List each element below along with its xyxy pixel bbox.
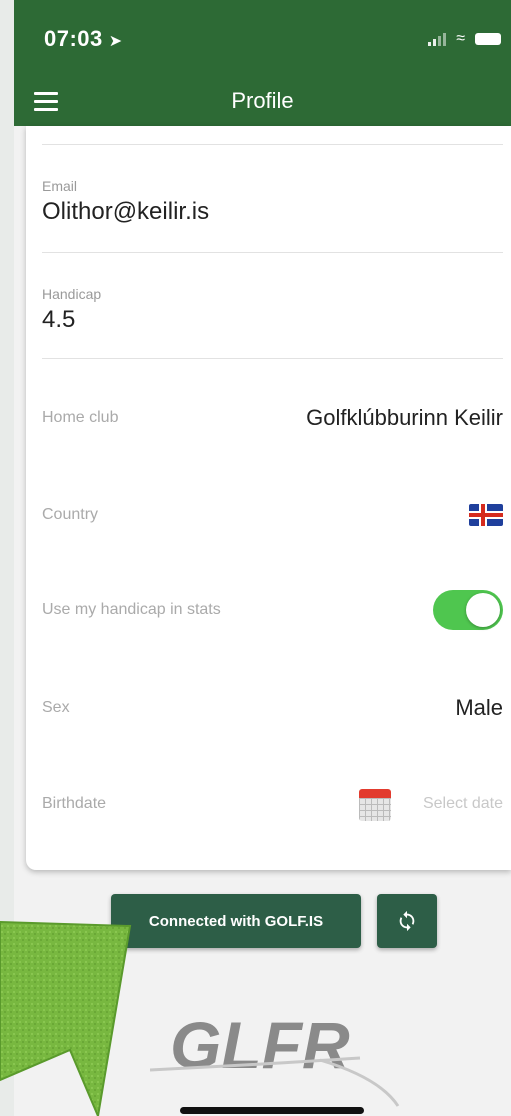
app-bar: Profile — [14, 80, 511, 126]
divider — [42, 144, 503, 145]
country-row[interactable]: Country — [42, 495, 503, 535]
use-handicap-row: Use my handicap in stats — [42, 590, 503, 630]
birthdate-label: Birthdate — [42, 795, 107, 812]
sex-row[interactable]: Sex Male — [42, 688, 503, 728]
status-time: 07:03 ➤ — [44, 26, 123, 51]
use-handicap-toggle[interactable] — [433, 590, 503, 630]
divider — [42, 252, 503, 253]
iceland-flag-icon[interactable] — [469, 504, 503, 526]
pointer-arrow-graphic — [0, 920, 132, 1116]
home-indicator — [180, 1107, 364, 1114]
handicap-field[interactable]: Handicap 4.5 — [42, 286, 503, 334]
sync-button[interactable] — [377, 894, 437, 948]
country-label: Country — [42, 506, 99, 523]
page-title: Profile — [231, 88, 294, 113]
email-label: Email — [42, 178, 78, 194]
birthdate-row[interactable]: Birthdate Select date — [42, 784, 503, 824]
home-club-value[interactable]: Golfklúbburinn Keilir — [306, 405, 503, 431]
status-bar: 07:03 ➤ ≈ — [14, 0, 511, 80]
signal-icon — [428, 32, 447, 46]
email-value[interactable]: Olithor@keilir.is — [42, 198, 503, 226]
sync-icon — [399, 910, 415, 932]
wifi-icon: ≈ — [456, 30, 465, 47]
status-icons: ≈ — [428, 30, 501, 48]
home-club-label: Home club — [42, 409, 119, 426]
svg-text:GLFR: GLFR — [170, 1008, 350, 1082]
email-field[interactable]: Email Olithor@keilir.is — [42, 178, 503, 226]
sex-value[interactable]: Male — [455, 695, 503, 721]
home-club-row[interactable]: Home club Golfklúbburinn Keilir — [42, 398, 503, 438]
divider — [42, 358, 503, 359]
calendar-icon[interactable] — [358, 787, 391, 821]
profile-card: Email Olithor@keilir.is Handicap 4.5 Hom… — [26, 126, 511, 870]
battery-icon — [475, 33, 501, 45]
handicap-label: Handicap — [42, 286, 102, 302]
sex-label: Sex — [42, 699, 70, 716]
birthdate-placeholder[interactable]: Select date — [423, 795, 503, 813]
handicap-value[interactable]: 4.5 — [42, 306, 503, 334]
use-handicap-label: Use my handicap in stats — [42, 601, 221, 618]
location-icon: ➤ — [108, 33, 123, 50]
